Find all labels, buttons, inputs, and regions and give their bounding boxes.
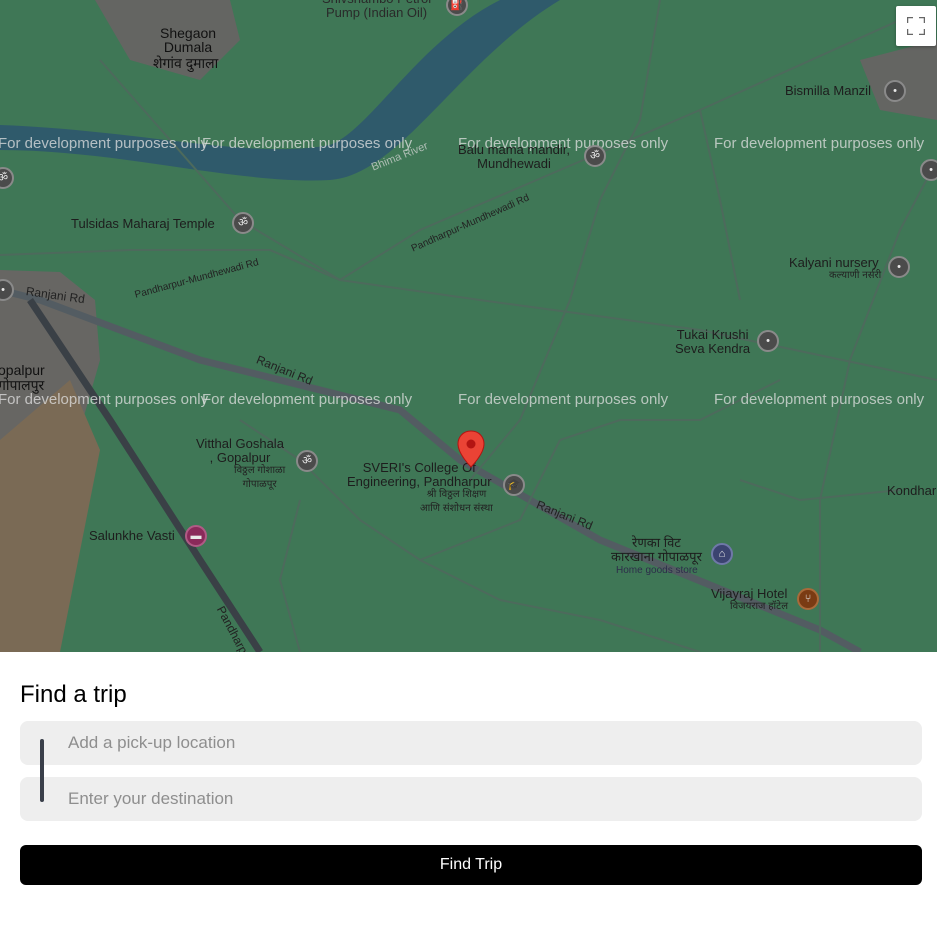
- watermark: For development purposes only: [714, 391, 925, 408]
- watermark: For development purposes only: [0, 391, 209, 408]
- lodging-icon[interactable]: ▬: [185, 525, 207, 547]
- school-icon[interactable]: 🎓: [503, 474, 525, 496]
- panel-title: Find a trip: [20, 681, 127, 708]
- watermark: For development purposes only: [0, 135, 209, 152]
- place-label-vijayraj: Vijayraj Hotel: [711, 586, 788, 601]
- pickup-input[interactable]: [20, 721, 922, 765]
- map-view[interactable]: For development purposes only For develo…: [0, 0, 937, 652]
- place-label-gopalpur-local: गोपालपुर: [0, 377, 45, 393]
- fullscreen-button[interactable]: [896, 6, 936, 46]
- temple-icon[interactable]: ॐ: [584, 145, 606, 167]
- place-label-vitthal-local: विठ्ठल गोशाळा गोपाळपूर: [234, 465, 286, 490]
- temple-icon[interactable]: ॐ: [296, 450, 318, 472]
- watermark: For development purposes only: [714, 135, 925, 152]
- route-connector-line: [40, 739, 44, 802]
- place-label-kondhar: Kondhar: [887, 483, 937, 498]
- place-label-shegaon-local: शेगांव दुमाला: [153, 55, 219, 71]
- place-pin-icon[interactable]: •: [757, 330, 779, 352]
- place-label-bismilla: Bismilla Manzil: [785, 83, 871, 98]
- place-label-shegaon: Shegaon Dumala: [160, 25, 217, 55]
- place-label-vijayraj-local: विजयराज हॉटेल: [730, 601, 788, 612]
- place-label-renuka: रेणका विट कारखाना गोपाळपूर: [611, 535, 702, 564]
- store-icon[interactable]: ⌂: [711, 543, 733, 565]
- destination-input[interactable]: [20, 777, 922, 821]
- place-label-renuka-type: Home goods store: [616, 565, 698, 576]
- watermark: For development purposes only: [202, 391, 413, 408]
- place-label-salunkhe: Salunkhe Vasti: [89, 528, 175, 543]
- place-label-gopalpur: opalpur: [0, 362, 45, 378]
- place-label-sveri-local: श्री विठ्ठल शिक्षण आणि संशोधन संस्था: [420, 489, 493, 514]
- place-label-tulsidas: Tulsidas Maharaj Temple: [71, 216, 215, 231]
- map-marker-icon[interactable]: [457, 430, 485, 468]
- watermark: For development purposes only: [202, 135, 413, 152]
- place-pin-icon[interactable]: •: [888, 256, 910, 278]
- restaurant-icon[interactable]: ⑂: [797, 588, 819, 610]
- place-pin-icon[interactable]: •: [920, 159, 937, 181]
- place-pin-icon[interactable]: •: [884, 80, 906, 102]
- fullscreen-icon: [907, 17, 925, 35]
- place-label-balu-mandir: Balu mama mandir, Mundhewadi: [458, 142, 570, 171]
- place-label-kalyani: Kalyani nursery: [789, 255, 879, 270]
- temple-icon[interactable]: ॐ: [232, 212, 254, 234]
- place-label-tukai: Tukai Krushi Seva Kendra: [675, 327, 751, 356]
- watermark: For development purposes only: [458, 391, 669, 408]
- trip-panel: Find a trip Find Trip: [20, 652, 922, 885]
- place-label-petrol-pump: Shivshambo Petrol Pump (Indian Oil): [322, 0, 431, 20]
- place-label-vitthal-goshala: Vitthal Goshala , Gopalpur: [196, 436, 284, 465]
- place-label-kalyani-local: कल्याणी नर्सरी: [829, 270, 882, 281]
- find-trip-button[interactable]: Find Trip: [20, 845, 922, 885]
